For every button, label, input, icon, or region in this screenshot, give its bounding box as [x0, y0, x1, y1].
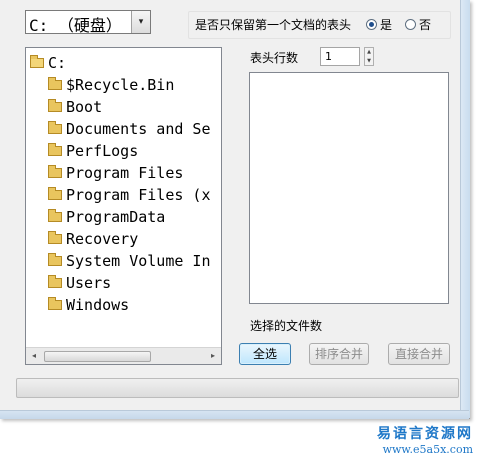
folder-icon	[48, 143, 62, 156]
folder-icon	[48, 165, 62, 178]
tree-item-label: ProgramData	[66, 208, 166, 226]
header-rows-spinner[interactable]: ▲ ▼	[364, 47, 374, 66]
file-count-label: 选择的文件数	[250, 319, 323, 333]
folder-icon	[48, 99, 62, 112]
folder-icon	[48, 231, 62, 244]
chevron-down-icon[interactable]: ▾	[131, 11, 150, 33]
header-rows-input[interactable]: 1	[320, 47, 360, 66]
tree-item-label: Windows	[66, 296, 130, 314]
spin-down-icon[interactable]: ▼	[365, 57, 373, 65]
folder-icon	[48, 121, 62, 134]
sort-merge-button[interactable]: 排序合并	[309, 343, 369, 365]
tree-item-label: Recovery	[66, 230, 139, 248]
scroll-thumb[interactable]	[44, 351, 151, 362]
radio-no-label[interactable]: 否	[419, 16, 431, 33]
watermark-name: 易语言资源网	[377, 426, 473, 442]
folder-icon	[48, 297, 62, 310]
tree-item-label: Users	[66, 274, 112, 292]
radio-yes-icon[interactable]	[366, 19, 377, 30]
folder-open-icon	[30, 55, 44, 68]
progress-bar	[16, 378, 459, 398]
tree-item-label: System Volume In	[66, 252, 211, 270]
directory-tree[interactable]: C: $Recycle.Bin Boot Documents and Se PerfL…	[25, 47, 222, 365]
tree-item-label: Boot	[66, 98, 103, 116]
main-window: C: （硬盘） ▾ 是否只保留第一个文档的表头 是 否 C: $Recycle.…	[0, 0, 470, 419]
folder-icon	[48, 253, 62, 266]
watermark: 易语言资源网 www.e5a5x.com	[377, 425, 473, 457]
tree-item-label: PerfLogs	[66, 142, 139, 160]
folder-icon	[48, 187, 62, 200]
radio-no-icon[interactable]	[405, 19, 416, 30]
direct-merge-button[interactable]: 直接合并	[388, 343, 450, 365]
scroll-left-icon[interactable]: ◂	[26, 348, 42, 364]
window-right-edge	[460, 0, 470, 418]
tree-item-label: Program Files	[66, 164, 184, 182]
header-rows-label: 表头行数	[250, 51, 299, 65]
window-bottom-edge	[0, 410, 469, 419]
folder-icon	[48, 77, 62, 90]
tree-item-label: $Recycle.Bin	[66, 76, 175, 94]
tree-root-label: C:	[48, 54, 67, 72]
watermark-url: www.e5a5x.com	[382, 443, 473, 456]
folder-icon	[48, 275, 62, 288]
spin-up-icon[interactable]: ▲	[365, 48, 373, 56]
radio-yes-label[interactable]: 是	[380, 16, 392, 33]
drive-select-value: C: （硬盘）	[29, 16, 122, 35]
header-option-label: 是否只保留第一个文档的表头	[195, 18, 352, 32]
header-option-group: 是否只保留第一个文档的表头 是 否	[188, 11, 451, 39]
tree-item-label: Program Files (x	[66, 186, 211, 204]
file-list[interactable]	[249, 72, 449, 304]
drive-select[interactable]: C: （硬盘） ▾	[25, 10, 151, 35]
tree-item-label: Documents and Se	[66, 120, 211, 138]
tree-horizontal-scrollbar[interactable]: ◂ ▸	[26, 347, 221, 364]
scroll-right-icon[interactable]: ▸	[205, 348, 221, 364]
folder-icon	[48, 209, 62, 222]
select-all-button[interactable]: 全选	[239, 343, 291, 365]
